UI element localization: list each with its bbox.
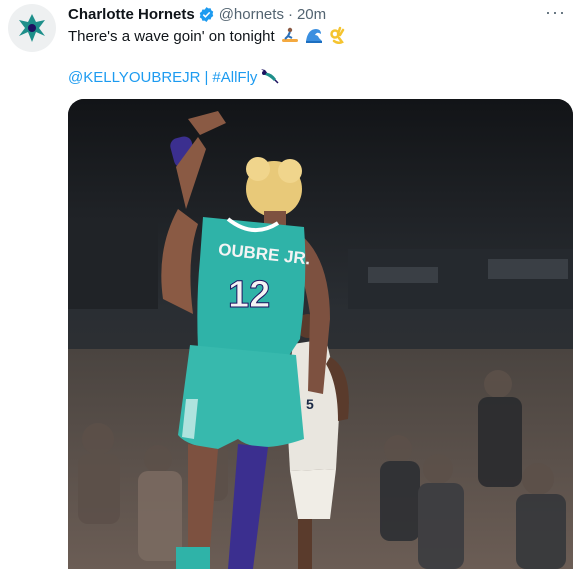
timestamp[interactable]: 20m [297, 6, 326, 23]
mention-link[interactable]: @KELLYOUBREJR [68, 68, 201, 88]
handle[interactable]: @hornets [219, 6, 284, 23]
tweet-video[interactable]: 5 OUBRE JR. 12 [68, 99, 573, 569]
jersey-number: 12 [228, 274, 270, 316]
wave-icon [305, 26, 323, 50]
link-separator: | [204, 69, 209, 86]
hornet-icon [259, 66, 279, 90]
tweet-header: Charlotte Hornets @hornets · 20m ··· [68, 2, 566, 24]
avatar[interactable] [8, 4, 56, 52]
tweet-body: There's a wave goin' on tonight [68, 28, 275, 45]
tweet-links: @KELLYOUBREJR | #AllFly [68, 66, 279, 90]
opponent-number: 5 [306, 396, 314, 412]
display-name[interactable]: Charlotte Hornets [68, 6, 195, 23]
more-options-button[interactable]: ··· [545, 2, 566, 22]
verified-badge-icon [198, 6, 215, 23]
header-separator: · [287, 5, 293, 23]
hornets-logo-icon [19, 14, 45, 42]
video-frame: 5 OUBRE JR. 12 [68, 99, 573, 569]
hashtag-link[interactable]: #AllFly [212, 68, 257, 88]
surfer-icon [281, 26, 299, 50]
ok-hand-icon [329, 26, 345, 50]
tweet-text: There's a wave goin' on tonight [68, 26, 345, 50]
